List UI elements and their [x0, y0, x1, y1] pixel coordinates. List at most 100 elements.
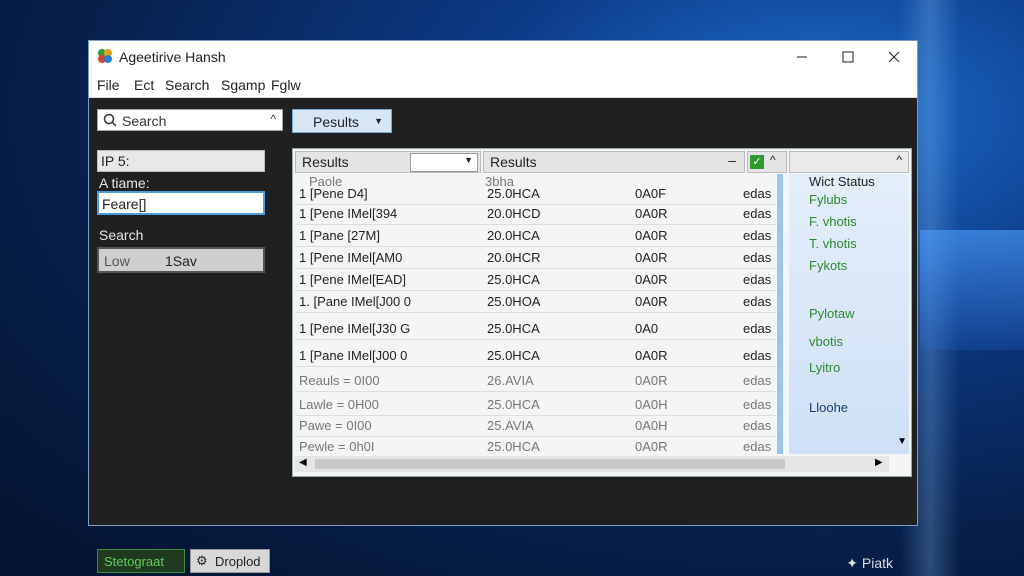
status-item[interactable]: Lloohe — [809, 400, 848, 415]
ip-field[interactable]: IP 5: — [97, 150, 265, 172]
column-header-label: Results — [302, 154, 349, 170]
main-content: Search ^ Pesults ▼ IP 5: A tiame: Feare[… — [89, 98, 917, 573]
row-code-cell: 0A0R — [635, 272, 668, 287]
row-value-cell: 20.0HCD — [487, 206, 541, 221]
column-filter-dropdown[interactable]: ▼ — [410, 153, 478, 172]
scroll-right-icon[interactable]: ▶ — [875, 457, 883, 468]
row-value-cell: 25.0HCA — [487, 321, 540, 336]
row-divider — [295, 339, 779, 340]
row-value-cell: 25.0HCA — [487, 272, 540, 287]
gear-icon: ⚙ — [196, 553, 208, 568]
close-button[interactable] — [871, 41, 917, 73]
name-field[interactable]: Feare[] — [97, 191, 265, 215]
check-column-header[interactable]: ✓ ^ — [747, 151, 787, 173]
droplod-button[interactable]: ⚙ Droplod — [190, 549, 270, 573]
name-label: A tiame: — [99, 175, 150, 191]
name-field-value: Feare[] — [102, 196, 147, 212]
chevron-up-icon[interactable]: ^ — [896, 153, 902, 167]
droplod-label: Droplod — [215, 554, 261, 569]
row-code-cell: 0A0F — [635, 186, 667, 201]
results-button-label: Pesults — [313, 114, 359, 130]
status-text: ✦ Piatk — [846, 555, 893, 572]
row-value-cell: 25.0HCA — [487, 348, 540, 363]
level-value: 1Sav — [165, 253, 197, 269]
row-name-cell: Pewle = 0h0I — [299, 439, 375, 454]
stetograat-label: Stetograat — [104, 554, 164, 569]
row-name-cell: 1 [Pane [27M] — [299, 228, 380, 243]
maximize-button[interactable] — [825, 41, 871, 73]
row-code-cell: 0A0R — [635, 373, 668, 388]
row-status-cell: edas — [743, 321, 772, 336]
title-bar: Ageetirive Hansh — [89, 41, 917, 73]
row-status-cell: edas — [743, 373, 772, 388]
app-logo-icon — [98, 49, 112, 63]
menu-fglw[interactable]: Fglw — [271, 77, 301, 93]
row-name-cell: 1 [Pane IMel[J00 0 — [299, 348, 408, 363]
row-name-cell: Pawe = 0I00 — [299, 418, 372, 433]
status-column: Wict Status Fylubs F. vhotis T. vhotis Fyko… — [789, 174, 909, 454]
menu-sgamp[interactable]: Sgamp — [221, 77, 265, 93]
minimize-icon — [797, 56, 807, 58]
menu-search[interactable]: Search — [165, 77, 209, 93]
row-status-cell: edas — [743, 418, 772, 433]
caret-down-icon: ▼ — [464, 155, 473, 165]
sparkle-icon: ✦ — [846, 555, 862, 571]
search-icon — [103, 113, 117, 127]
maximize-icon — [842, 51, 854, 63]
results-dropdown-button[interactable]: Pesults ▼ — [292, 109, 392, 133]
row-code-cell: 0A0H — [635, 418, 668, 433]
minimize-button[interactable] — [779, 41, 825, 73]
vertical-scrollbar[interactable] — [777, 174, 783, 454]
scroll-thumb[interactable] — [315, 459, 785, 469]
row-code-cell: 0A0R — [635, 206, 668, 221]
search-label: Search — [99, 227, 144, 243]
row-value-cell: 25.0HOA — [487, 294, 541, 309]
scroll-left-icon[interactable]: ◀ — [299, 457, 307, 468]
horizontal-scrollbar[interactable]: ◀ ▶ — [295, 456, 889, 472]
results-column-header[interactable]: Results ▼ — [295, 151, 481, 173]
row-value-cell: 20.0HCR — [487, 250, 541, 265]
stetograat-button[interactable]: Stetograat — [97, 549, 185, 573]
row-status-cell: edas — [743, 228, 772, 243]
status-item[interactable]: Fylubs — [809, 192, 847, 207]
row-divider — [295, 204, 779, 205]
row-code-cell: 0A0R — [635, 250, 668, 265]
status-item[interactable]: vbotis — [809, 334, 843, 349]
row-code-cell: 0A0H — [635, 397, 668, 412]
window-title: Ageetirive Hansh — [119, 49, 226, 65]
status-column-header[interactable]: ^ — [789, 151, 909, 173]
status-item[interactable]: F. vhotis — [809, 214, 857, 229]
status-item[interactable]: Fykots — [809, 258, 847, 273]
row-code-cell: 0A0R — [635, 348, 668, 363]
close-icon — [888, 51, 900, 63]
row-status-cell: edas — [743, 397, 772, 412]
app-window: Ageetirive Hansh File Ect Search Sgamp F… — [88, 40, 918, 573]
row-code-cell: 0A0R — [635, 228, 668, 243]
results-panel: Results ▼ Results – ✓ ^ ^ Paole 3bha 1 [Pe… — [292, 148, 912, 477]
row-status-cell: edas — [743, 272, 772, 287]
row-name-cell: 1 [Pene IMel[394 — [299, 206, 398, 221]
status-column-title: Wict Status — [809, 174, 875, 189]
menu-edit[interactable]: Ect — [134, 77, 154, 93]
level-slider[interactable]: Low 1Sav — [97, 247, 265, 273]
row-status-cell: edas — [743, 186, 772, 201]
minus-icon[interactable]: – — [728, 152, 736, 168]
row-code-cell: 0A0R — [635, 294, 668, 309]
status-item[interactable]: Lyitro — [809, 360, 840, 375]
results-column-header-2[interactable]: Results – — [483, 151, 745, 173]
menu-file[interactable]: File — [97, 77, 120, 93]
status-item[interactable]: Pylotaw — [809, 306, 855, 321]
status-item[interactable]: T. vhotis — [809, 236, 857, 251]
search-placeholder: Search — [122, 113, 167, 129]
row-divider — [295, 415, 779, 416]
row-value-cell: 25.0HCA — [487, 186, 540, 201]
checkbox-icon[interactable]: ✓ — [750, 155, 764, 169]
scroll-down-icon[interactable]: ▼ — [897, 436, 907, 447]
row-name-cell: 1 [Pene D4] — [299, 186, 368, 201]
chevron-up-icon[interactable]: ^ — [770, 153, 776, 167]
search-input[interactable]: Search ^ — [97, 109, 283, 131]
row-divider — [295, 290, 779, 291]
row-status-cell: edas — [743, 250, 772, 265]
row-value-cell: 25.0HCA — [487, 439, 540, 454]
status-label: Piatk — [861, 555, 893, 571]
